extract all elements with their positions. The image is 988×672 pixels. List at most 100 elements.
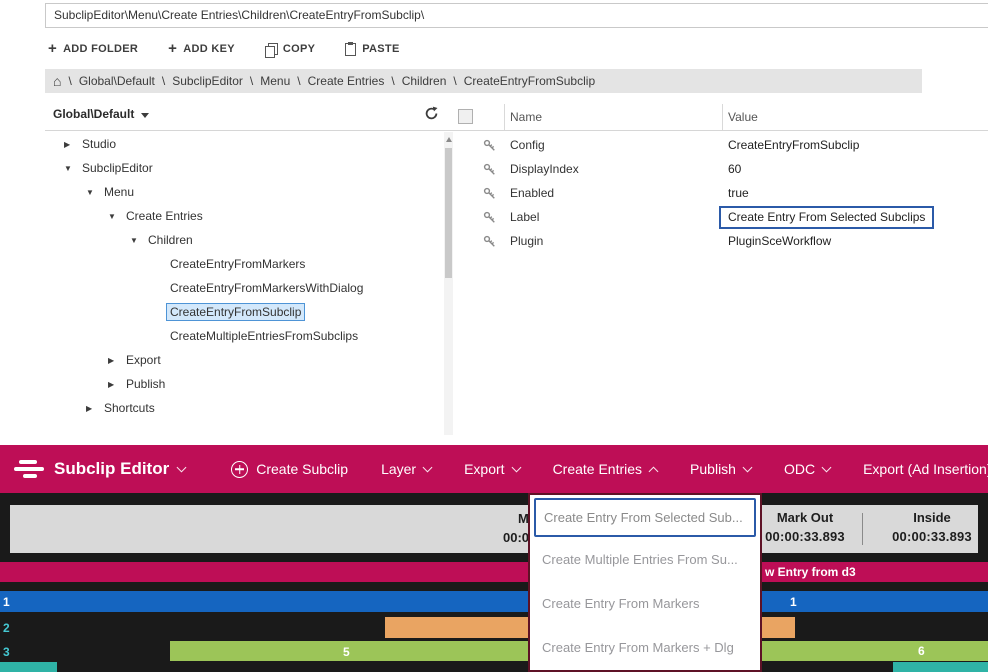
property-value-highlighted[interactable]: Create Entry From Selected Subclips: [719, 206, 934, 229]
menu-label: Export (Ad Insertion): [863, 461, 988, 477]
scroll-up-icon[interactable]: [446, 137, 452, 142]
column-divider: [504, 104, 505, 130]
chevron-right-icon[interactable]: [86, 404, 104, 413]
chevron-down-icon[interactable]: [64, 164, 82, 173]
tree-item-createentryfrommarkerswithdialog[interactable]: CreateEntryFromMarkersWithDialog: [45, 276, 443, 300]
app-logo-icon[interactable]: [14, 457, 44, 481]
tree-item-createentryfrommarkers[interactable]: CreateEntryFromMarkers: [45, 252, 443, 276]
paste-label: PASTE: [362, 43, 399, 55]
breadcrumb-separator: \: [391, 74, 394, 88]
key-icon: [483, 235, 496, 253]
timeline-track-1[interactable]: 1 1: [0, 591, 988, 612]
new-entry-bar[interactable]: w Entry from d3: [0, 562, 988, 582]
timeline-range-handle[interactable]: [0, 662, 57, 672]
scrollbar-thumb[interactable]: [445, 148, 452, 278]
timecode-info-bar: M 00:0 Mark Out 00:00:33.893 Inside 00:0…: [10, 505, 978, 553]
table-row-displayindex[interactable]: DisplayIndex 60: [455, 158, 988, 182]
home-icon[interactable]: [53, 73, 61, 89]
property-name: Enabled: [510, 186, 554, 200]
breadcrumb-item-subclipeditor[interactable]: SubclipEditor: [172, 74, 243, 88]
tree-item-create-entries[interactable]: Create Entries: [45, 204, 443, 228]
add-key-label: ADD KEY: [183, 43, 235, 55]
breadcrumb-separator: \: [453, 74, 456, 88]
add-key-button[interactable]: ADD KEY: [168, 43, 235, 56]
tree-item-export[interactable]: Export: [45, 348, 443, 372]
menu-label: Publish: [690, 461, 736, 477]
add-folder-button[interactable]: ADD FOLDER: [48, 43, 138, 56]
track-3-clip-label: 6: [918, 644, 925, 658]
property-value[interactable]: CreateEntryFromSubclip: [728, 138, 859, 152]
property-value[interactable]: true: [728, 186, 749, 200]
app-title-menu[interactable]: Subclip Editor: [54, 459, 185, 479]
tree-item-label: Create Entries: [126, 209, 203, 223]
plus-icon: [168, 43, 177, 56]
menu-odc[interactable]: ODC: [784, 461, 830, 477]
header-divider: [45, 130, 988, 131]
new-entry-label: w Entry from d3: [765, 565, 856, 579]
dropdown-item-create-entry-from-markers[interactable]: Create Entry From Markers: [530, 581, 760, 625]
track-2-number: 2: [3, 621, 10, 635]
breadcrumb-item-menu[interactable]: Menu: [260, 74, 290, 88]
menu-label: ODC: [784, 461, 815, 477]
tree-item-subclipeditor[interactable]: SubclipEditor: [45, 156, 443, 180]
table-row-config[interactable]: Config CreateEntryFromSubclip: [455, 134, 988, 158]
column-header-name[interactable]: Name: [510, 110, 542, 124]
tree-item-label: Children: [148, 233, 193, 247]
tree-item-createentryfromsubclip-selected[interactable]: CreateEntryFromSubclip: [45, 300, 443, 324]
column-header-value[interactable]: Value: [728, 110, 758, 124]
property-name: Plugin: [510, 234, 543, 248]
paste-icon: [345, 43, 356, 56]
timeline-range-handle[interactable]: [893, 662, 988, 672]
tree-item-label: SubclipEditor: [82, 161, 153, 175]
mark-out-label: Mark Out: [745, 510, 865, 525]
select-all-checkbox[interactable]: [458, 109, 473, 124]
table-row-enabled[interactable]: Enabled true: [455, 182, 988, 206]
chevron-right-icon[interactable]: [108, 380, 126, 389]
breadcrumb-item-create-entries[interactable]: Create Entries: [308, 74, 385, 88]
menu-create-subclip[interactable]: Create Subclip: [231, 461, 348, 478]
breadcrumb-separator: \: [68, 74, 71, 88]
chevron-down-icon[interactable]: [130, 236, 148, 245]
tree-item-shortcuts[interactable]: Shortcuts: [45, 396, 443, 420]
breadcrumb-item-children[interactable]: Children: [402, 74, 447, 88]
app-menubar: Create Subclip Layer Export Create Entri…: [231, 461, 988, 478]
property-value[interactable]: 60: [728, 162, 741, 176]
refresh-icon[interactable]: [424, 106, 439, 126]
copy-label: COPY: [283, 43, 315, 55]
settings-tree: Studio SubclipEditor Menu Create Entries…: [45, 132, 443, 435]
config-toolbar: ADD FOLDER ADD KEY COPY PASTE: [48, 37, 400, 61]
tree-item-menu[interactable]: Menu: [45, 180, 443, 204]
copy-icon: [265, 43, 277, 56]
chevron-right-icon[interactable]: [108, 356, 126, 365]
copy-button[interactable]: COPY: [265, 43, 315, 56]
breadcrumb: \ Global\Default \ SubclipEditor \ Menu …: [45, 69, 922, 93]
menu-create-entries[interactable]: Create Entries: [553, 461, 657, 477]
dropdown-item-create-entry-from-markers-dlg[interactable]: Create Entry From Markers + Dlg: [530, 625, 760, 669]
tree-root-selector[interactable]: Global\Default: [53, 107, 149, 121]
table-row-label[interactable]: Label Create Entry From Selected Subclip…: [455, 206, 988, 230]
tree-item-publish[interactable]: Publish: [45, 372, 443, 396]
tree-item-label: CreateEntryFromMarkers: [170, 257, 305, 271]
tree-scrollbar[interactable]: [444, 132, 453, 435]
menu-export[interactable]: Export: [464, 461, 519, 477]
table-row-plugin[interactable]: Plugin PluginSceWorkflow: [455, 230, 988, 254]
chevron-down-icon: [141, 113, 149, 118]
breadcrumb-item-createentryfromsubclip[interactable]: CreateEntryFromSubclip: [464, 74, 595, 88]
track-3-clip[interactable]: 5: [170, 641, 530, 661]
breadcrumb-item-global-default[interactable]: Global\Default: [79, 74, 155, 88]
paste-button[interactable]: PASTE: [345, 42, 399, 56]
chevron-down-icon[interactable]: [86, 188, 104, 197]
menu-publish[interactable]: Publish: [690, 461, 751, 477]
chevron-right-icon[interactable]: [64, 140, 82, 149]
property-value[interactable]: PluginSceWorkflow: [728, 234, 831, 248]
dropdown-item-create-multiple-entries[interactable]: Create Multiple Entries From Su...: [530, 537, 760, 581]
tree-item-children[interactable]: Children: [45, 228, 443, 252]
tree-item-createmultipleentriesfromsubclips[interactable]: CreateMultipleEntriesFromSubclips: [45, 324, 443, 348]
chevron-down-icon[interactable]: [108, 212, 126, 221]
menu-export-ad-insertion[interactable]: Export (Ad Insertion): [863, 461, 988, 477]
dropdown-item-create-entry-selected-subclips[interactable]: Create Entry From Selected Sub...: [534, 498, 756, 537]
menu-layer[interactable]: Layer: [381, 461, 431, 477]
tree-item-studio[interactable]: Studio: [45, 132, 443, 156]
chevron-down-icon: [511, 462, 521, 472]
path-input[interactable]: SubclipEditor\Menu\Create Entries\Childr…: [45, 3, 988, 28]
